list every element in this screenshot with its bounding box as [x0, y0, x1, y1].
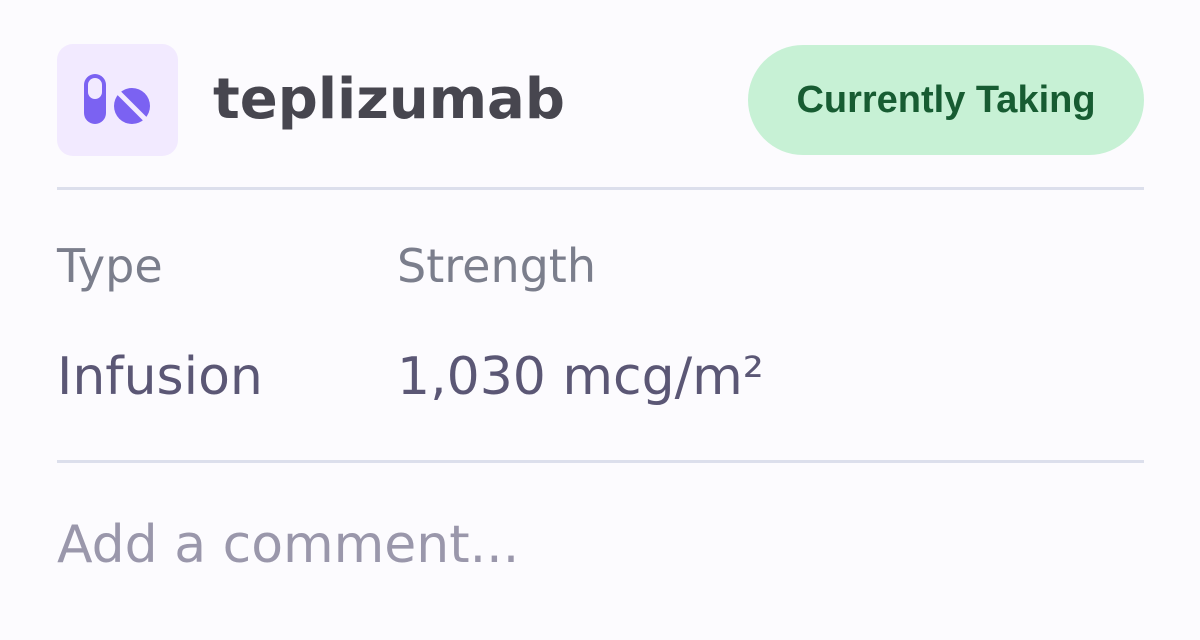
status-label: Currently Taking	[796, 78, 1096, 121]
divider	[57, 460, 1144, 463]
type-label: Type	[57, 239, 163, 293]
strength-value: 1,030 mcg/m²	[397, 347, 764, 407]
strength-label: Strength	[397, 239, 596, 293]
type-value: Infusion	[57, 347, 263, 407]
divider	[57, 187, 1144, 190]
medication-icon-tile	[57, 44, 178, 156]
medication-name: teplizumab	[213, 67, 565, 132]
comment-input[interactable]	[50, 500, 1144, 590]
status-badge: Currently Taking	[748, 45, 1144, 155]
medication-card: teplizumab Currently Taking Type Strengt…	[0, 0, 1200, 640]
pill-icon	[83, 74, 150, 124]
